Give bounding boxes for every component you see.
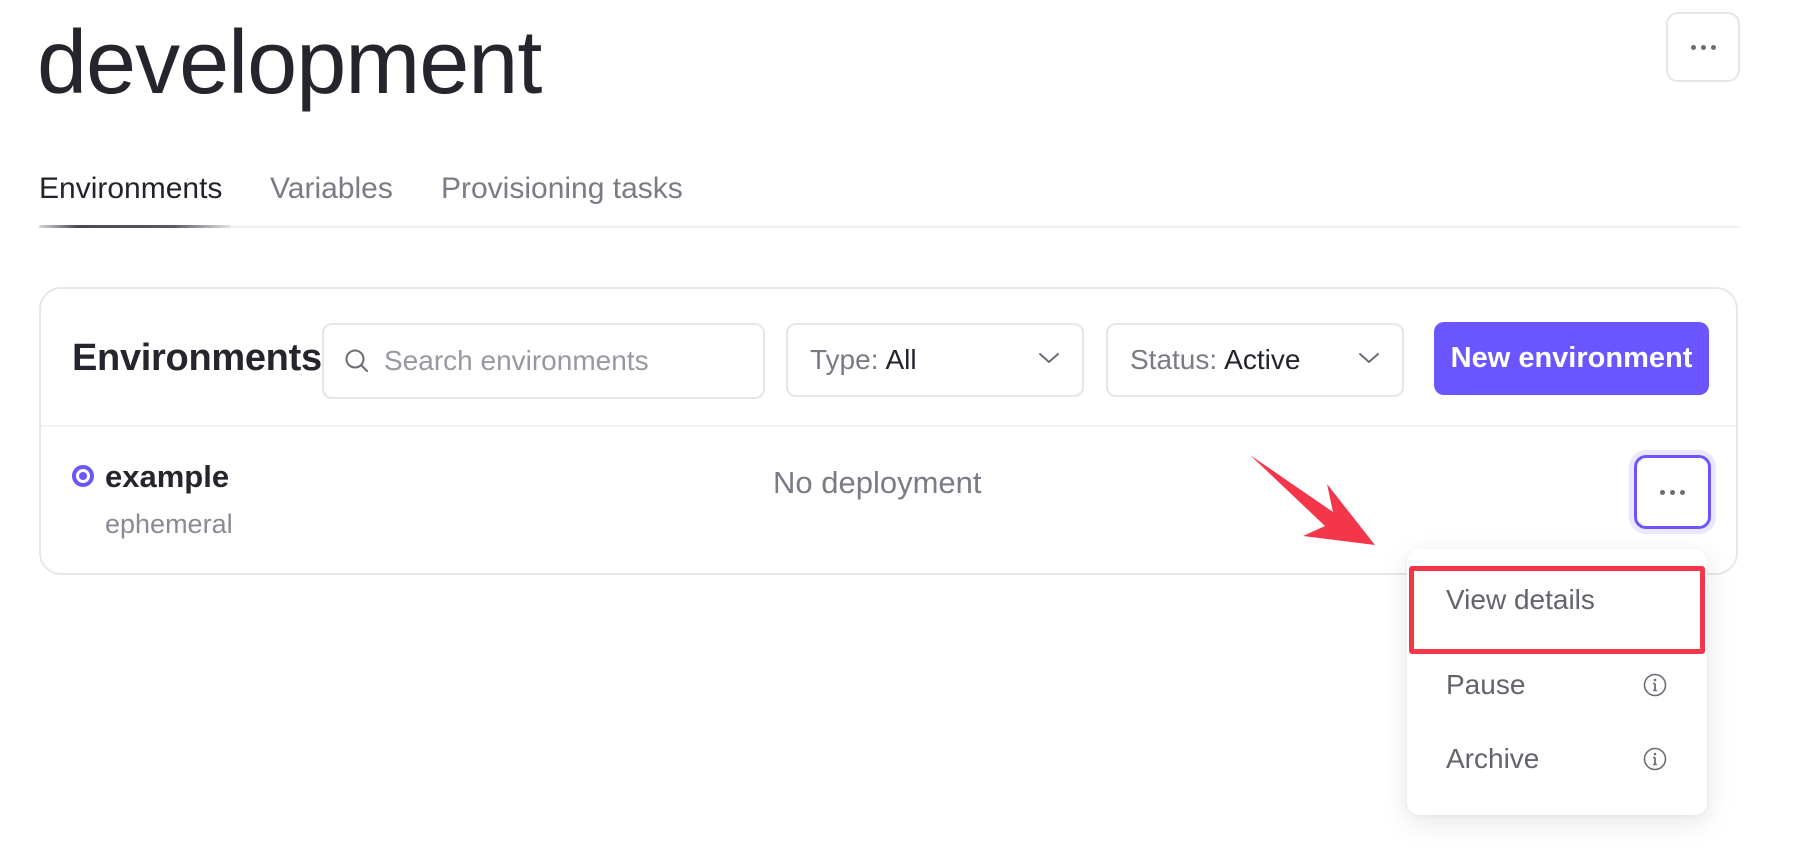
tab-variables[interactable]: Variables (270, 172, 393, 206)
type-filter-value: All (885, 344, 917, 375)
card-title: Environments (72, 337, 322, 379)
chevron-down-icon (1039, 353, 1059, 363)
active-status-dot-icon (72, 465, 94, 487)
row-actions-menu: View details Pause Archive (1407, 549, 1707, 815)
tab-environments[interactable]: Environments (39, 172, 222, 206)
menu-item-label: View details (1446, 584, 1595, 615)
chevron-down-icon (1359, 353, 1379, 363)
page-title: development (37, 13, 542, 113)
info-icon[interactable] (1643, 747, 1667, 771)
type-filter-label: Type: (810, 344, 879, 375)
search-input[interactable] (384, 345, 744, 377)
search-field[interactable] (322, 323, 765, 399)
card-header: Environments Type: All Status: Active Ne… (41, 289, 1736, 427)
row-actions-button[interactable] (1634, 455, 1711, 529)
environments-card: Environments Type: All Status: Active Ne… (39, 287, 1738, 575)
menu-item-archive[interactable]: Archive (1407, 727, 1707, 791)
type-filter-select[interactable]: Type: All (786, 323, 1084, 397)
new-environment-button[interactable]: New environment (1434, 322, 1709, 395)
status-filter-value: Active (1224, 344, 1301, 375)
menu-item-label: Archive (1446, 743, 1540, 774)
status-filter-select[interactable]: Status: Active (1106, 323, 1404, 397)
tab-provisioning-tasks[interactable]: Provisioning tasks (441, 172, 683, 206)
active-tab-indicator (39, 225, 231, 228)
environment-name[interactable]: example (105, 459, 229, 495)
menu-item-view-details[interactable]: View details (1407, 568, 1707, 632)
ellipsis-icon (1690, 44, 1716, 50)
info-icon[interactable] (1643, 673, 1667, 697)
page-more-options-button[interactable] (1666, 12, 1740, 82)
menu-item-pause[interactable]: Pause (1407, 653, 1707, 717)
status-filter-label: Status: (1130, 344, 1218, 375)
tab-bar: Environments Variables Provisioning task… (39, 168, 1740, 228)
ellipsis-icon (1660, 489, 1685, 495)
environment-type: ephemeral (105, 509, 233, 539)
search-icon (345, 349, 368, 372)
menu-item-label: Pause (1446, 669, 1526, 700)
deployment-status: No deployment (773, 465, 982, 500)
